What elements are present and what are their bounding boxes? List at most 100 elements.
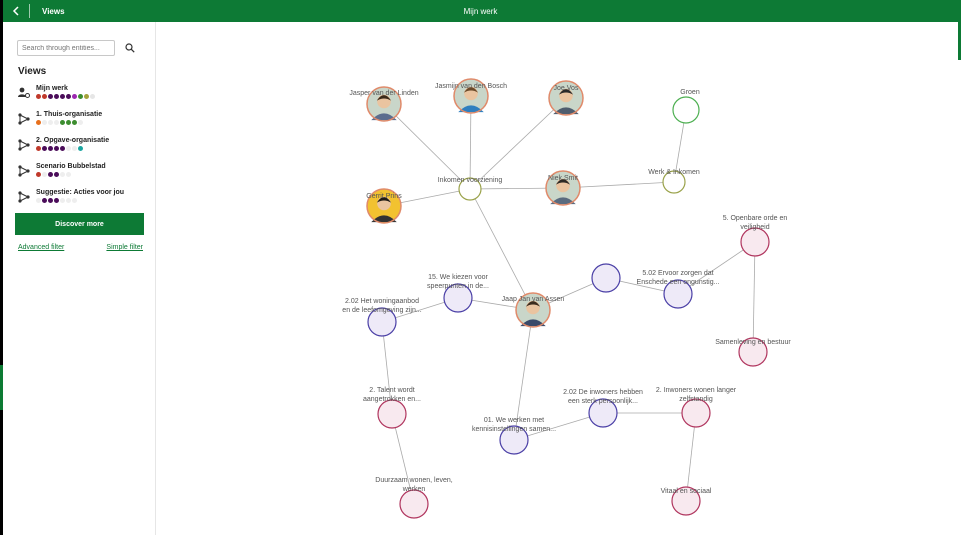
entity-dot xyxy=(48,146,53,151)
graph-edge xyxy=(752,241,756,353)
node-label: Gerrit Prins xyxy=(366,193,402,200)
entity-dot xyxy=(48,94,53,99)
entity-dot xyxy=(72,198,77,203)
view-item[interactable]: 2. Opgave-organisatie xyxy=(17,136,147,162)
search-icon[interactable] xyxy=(125,43,135,53)
node-label-line: zelfstandig xyxy=(679,396,713,403)
entity-dot xyxy=(42,120,47,125)
node-label: Jasmijn van den Bosch xyxy=(435,83,507,90)
node-label: Werk & Inkomen xyxy=(648,169,700,176)
views-heading: Views xyxy=(18,66,47,77)
view-item[interactable]: Scenario Bubbelstad xyxy=(17,162,147,188)
node-label-line: Jasmijn van den Bosch xyxy=(435,83,507,90)
section-title: Views xyxy=(42,6,65,16)
entity-dot xyxy=(78,146,83,151)
node-circle xyxy=(672,96,700,124)
entity-dot xyxy=(36,172,41,177)
view-text: Mijn werk xyxy=(36,84,95,99)
node-label-line: een sterk persoonlijk... xyxy=(568,398,638,405)
node-circle xyxy=(591,263,621,293)
network-graph[interactable]: Jasper van der Linden Jasmijn van den Bos… xyxy=(156,22,958,535)
entity-dot xyxy=(66,120,71,125)
network-icon xyxy=(17,164,31,178)
top-bar: Views Mijn werk xyxy=(3,0,958,22)
entity-dot xyxy=(42,146,47,151)
page-title: Mijn werk xyxy=(463,6,498,16)
graph-canvas[interactable]: Jasper van der Linden Jasmijn van den Bos… xyxy=(156,22,958,535)
entity-dot xyxy=(36,146,41,151)
node-label: 5. Openbare orde en veiligheid xyxy=(723,215,788,231)
view-text: 2. Opgave-organisatie xyxy=(36,136,109,151)
entity-color-dots xyxy=(36,94,95,99)
node-label-line: 15. We kiezen voor xyxy=(428,274,488,281)
search-input[interactable] xyxy=(17,40,115,56)
entity-dot xyxy=(60,94,65,99)
entity-dot xyxy=(78,120,83,125)
network-icon xyxy=(17,138,31,152)
entity-dot xyxy=(42,198,47,203)
entity-node[interactable] xyxy=(672,96,700,124)
search-row xyxy=(17,40,135,56)
node-label: Joe Vos xyxy=(554,85,579,92)
entity-dot xyxy=(60,172,65,177)
view-text: Suggestie: Acties voor jou xyxy=(36,188,124,203)
view-text: 1. Thuis-organisatie xyxy=(36,110,102,125)
graph-edge xyxy=(469,188,534,311)
entity-dot xyxy=(36,94,41,99)
entity-dot xyxy=(60,120,65,125)
entity-dot xyxy=(78,94,83,99)
entity-node[interactable] xyxy=(399,489,429,519)
node-label-line: 2.02 Het woningaanbod xyxy=(345,298,419,305)
view-label: Mijn werk xyxy=(36,85,68,92)
view-item[interactable]: Suggestie: Acties voor jou xyxy=(17,188,147,214)
entity-dot xyxy=(48,198,53,203)
node-label-line: Niek Smit xyxy=(548,175,578,182)
network-icon xyxy=(17,190,31,204)
entity-dot xyxy=(72,94,77,99)
entity-dot xyxy=(66,172,71,177)
node-label-line: 5. Openbare orde en xyxy=(723,215,788,222)
node-label: 01. We werken met kennisinstellingen same… xyxy=(472,417,556,433)
entity-dot xyxy=(48,120,53,125)
node-label-line: Vitaal en sociaal xyxy=(661,488,712,495)
back-button[interactable] xyxy=(3,0,29,22)
node-label-line: 2. Inwoners wonen langer xyxy=(656,387,737,394)
view-list: Mijn werk 1. Thuis-organisatie 2. Opgave-o… xyxy=(17,84,147,214)
user-group-icon xyxy=(17,86,31,100)
node-circle xyxy=(377,399,407,429)
advanced-filter-link[interactable]: Advanced filter xyxy=(18,244,64,251)
simple-filter-link[interactable]: Simple filter xyxy=(106,244,143,251)
sidebar: Views Mijn werk 1. Thuis-organisatie 2. Op… xyxy=(3,22,156,535)
entity-dot xyxy=(48,172,53,177)
entity-color-dots xyxy=(36,198,124,203)
view-text: Scenario Bubbelstad xyxy=(36,162,106,177)
discover-more-button[interactable]: Discover more xyxy=(15,213,144,235)
entity-node[interactable] xyxy=(591,263,621,293)
node-label: Jaap Jan van Assen xyxy=(502,296,565,303)
node-label: Samenleving en bestuur xyxy=(715,339,791,346)
entity-color-dots xyxy=(36,146,109,151)
node-label: 2.02 De inwoners hebben een sterk persoon… xyxy=(563,389,643,405)
view-item[interactable]: Mijn werk xyxy=(17,84,147,110)
node-label-line: Samenleving en bestuur xyxy=(715,339,791,346)
node-label-line: Duurzaam wonen, leven, xyxy=(375,477,452,484)
node-label: Jasper van der Linden xyxy=(349,90,418,97)
entity-dot xyxy=(54,94,59,99)
node-label-line: Jaap Jan van Assen xyxy=(502,296,565,303)
entity-dot xyxy=(60,146,65,151)
node-label-line: 2. Talent wordt xyxy=(369,387,414,394)
node-circle xyxy=(399,489,429,519)
node-label: Inkomen voorziening xyxy=(438,177,503,184)
node-label: 2.02 Het woningaanbod en de leefomgeving … xyxy=(342,298,421,314)
entity-dot xyxy=(54,120,59,125)
node-label-line: kennisinstellingen samen... xyxy=(472,426,556,433)
entity-dot xyxy=(54,146,59,151)
entity-dot xyxy=(60,198,65,203)
entity-node[interactable] xyxy=(740,227,770,257)
node-label: Niek Smit xyxy=(548,175,578,182)
entity-node[interactable] xyxy=(681,398,711,428)
view-item[interactable]: 1. Thuis-organisatie xyxy=(17,110,147,136)
entity-dot xyxy=(72,146,77,151)
entity-node[interactable] xyxy=(377,399,407,429)
view-label: Suggestie: Acties voor jou xyxy=(36,189,125,196)
